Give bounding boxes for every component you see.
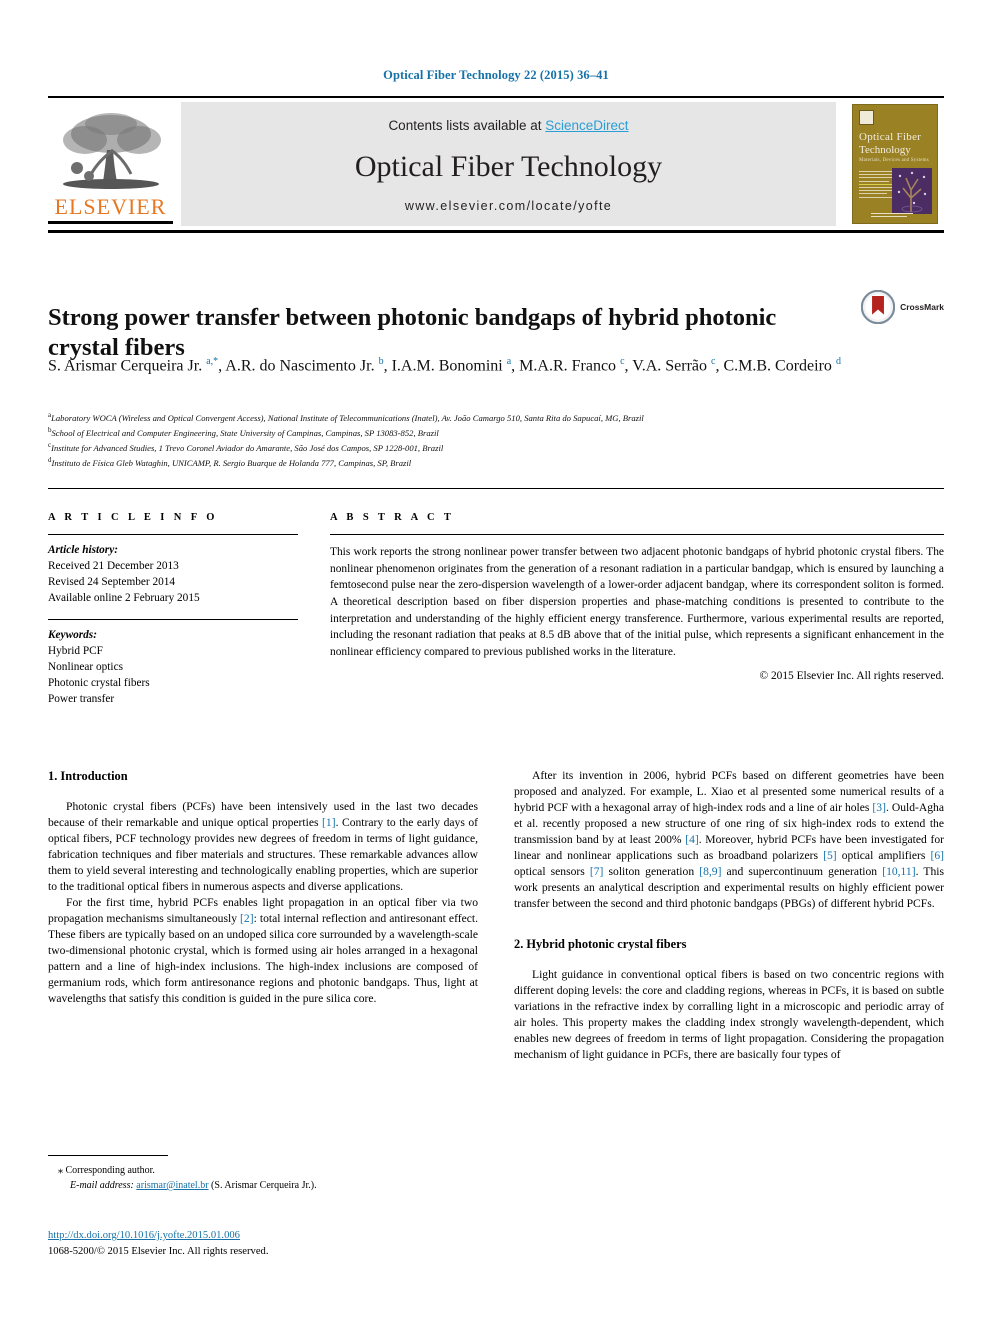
keywords-block: Keywords: Hybrid PCF Nonlinear optics Ph… [48, 627, 298, 707]
section2-paragraph-1: Light guidance in conventional optical f… [514, 967, 944, 1061]
affiliation-item: dInstituto de Física Gleb Wataghin, UNIC… [48, 455, 412, 468]
abstract-column: A B S T R A C T This work reports the st… [330, 512, 944, 682]
issn-copyright-line: 1068-5200/© 2015 Elsevier Inc. All right… [48, 1245, 269, 1257]
info-abstract-rule [48, 488, 944, 489]
masthead-top-rule [48, 96, 944, 98]
intro-paragraph-3: After its invention in 2006, hybrid PCFs… [514, 769, 944, 910]
intro-paragraph-2: For the first time, hybrid PCFs enables … [48, 896, 478, 1005]
keyword-item: Nonlinear optics [48, 661, 123, 674]
affiliation-list: aLaboratory WOCA (Wireless and Optical C… [48, 410, 948, 469]
affiliation-item: aLaboratory WOCA (Wireless and Optical C… [48, 411, 644, 423]
elsevier-wordmark: ELSEVIER [54, 194, 167, 219]
history-item: Revised 24 September 2014 [48, 576, 176, 589]
keywords-rule [48, 619, 298, 621]
doi-link[interactable]: http://dx.doi.org/10.1016/j.yofte.2015.0… [48, 1230, 240, 1241]
email-link[interactable]: arismar@inatel.br [136, 1180, 208, 1191]
keywords-label: Keywords: [48, 629, 97, 642]
body-column-left: 1. Introduction Photonic crystal fibers … [48, 768, 478, 1007]
elsevier-logo: ELSEVIER [48, 102, 173, 226]
article-info-heading: A R T I C L E I N F O [48, 512, 218, 523]
corresponding-author-text: Corresponding author. [65, 1165, 155, 1176]
article-history-block: Article history: Received 21 December 20… [48, 542, 298, 606]
elsevier-underline [48, 221, 173, 224]
cover-title-line2: Technology [859, 144, 911, 156]
cover-footer-logo [871, 213, 913, 219]
crossmark-badge[interactable]: CrossMark [861, 290, 944, 324]
corresponding-author-footnote: ⁎ Corresponding author. E-mail address: … [48, 1155, 478, 1193]
crossmark-icon [861, 290, 896, 324]
abstract-rule [330, 534, 944, 535]
cover-tree-artwork-icon [892, 168, 932, 214]
paper-page: Optical Fiber Technology 22 (2015) 36–41 [0, 0, 992, 1323]
elsevier-tree-icon [62, 113, 161, 189]
footnote-rule [48, 1155, 168, 1156]
history-item: Received 21 December 2013 [48, 560, 179, 573]
section-heading-introduction: 1. Introduction [48, 769, 128, 783]
masthead-bottom-rule [48, 230, 944, 233]
corresponding-author-line: ⁎ Corresponding author. [48, 1163, 478, 1178]
keyword-item: Power transfer [48, 693, 115, 706]
email-label: E-mail address: [70, 1180, 134, 1191]
page-footer: http://dx.doi.org/10.1016/j.yofte.2015.0… [48, 1228, 478, 1260]
journal-title: Optical Fiber Technology [354, 150, 663, 183]
history-item: Available online 2 February 2015 [48, 592, 200, 605]
email-owner: (S. Arismar Cerqueira Jr.). [211, 1180, 317, 1191]
cover-subtitle: Materials, Devices and Systems [859, 158, 929, 163]
article-history-label: Article history: [48, 544, 118, 556]
cover-title-line1: Optical Fiber [859, 131, 922, 143]
keyword-item: Photonic crystal fibers [48, 677, 150, 690]
sciencedirect-banner: Contents lists available at ScienceDirec… [181, 102, 836, 226]
intro-paragraph-1: Photonic crystal fibers (PCFs) have been… [48, 800, 479, 894]
crossmark-label: CrossMark [900, 302, 944, 312]
section-heading-hybrid-pcf: 2. Hybrid photonic crystal fibers [514, 936, 687, 951]
contents-available-line: Contents lists available at ScienceDirec… [181, 118, 836, 133]
journal-homepage-url[interactable]: www.elsevier.com/locate/yofte [181, 199, 836, 213]
sciencedirect-link[interactable]: ScienceDirect [545, 118, 628, 133]
author-list: S. Arismar Cerqueira Jr. a,*, A.R. do Na… [48, 356, 841, 375]
email-line: E-mail address: arismar@inatel.br (S. Ar… [48, 1178, 478, 1193]
cover-publisher-badge [859, 110, 874, 125]
affiliation-item: cInstitute for Advanced Studies, 1 Trevo… [48, 440, 444, 453]
running-head: Optical Fiber Technology 22 (2015) 36–41 [383, 68, 609, 82]
keyword-item: Hybrid PCF [48, 645, 103, 658]
contents-prefix: Contents lists available at [388, 118, 546, 133]
body-column-right: After its invention in 2006, hybrid PCFs… [514, 768, 944, 1063]
journal-cover-thumbnail[interactable]: Optical Fiber Technology Materials, Devi… [844, 102, 944, 226]
article-info-column: A R T I C L E I N F O Article history: R… [48, 512, 298, 707]
abstract-heading: A B S T R A C T [330, 512, 455, 523]
journal-masthead: ELSEVIER Contents lists available at Sci… [48, 96, 944, 233]
cover-artwork [892, 168, 932, 214]
abstract-text: This work reports the strong nonlinear p… [330, 546, 944, 658]
corresponding-author-marker: ⁎ [58, 1165, 63, 1176]
abstract-copyright: © 2015 Elsevier Inc. All rights reserved… [759, 670, 944, 683]
article-info-rule [48, 534, 298, 535]
affiliation-item: bSchool of Electrical and Computer Engin… [48, 425, 439, 438]
